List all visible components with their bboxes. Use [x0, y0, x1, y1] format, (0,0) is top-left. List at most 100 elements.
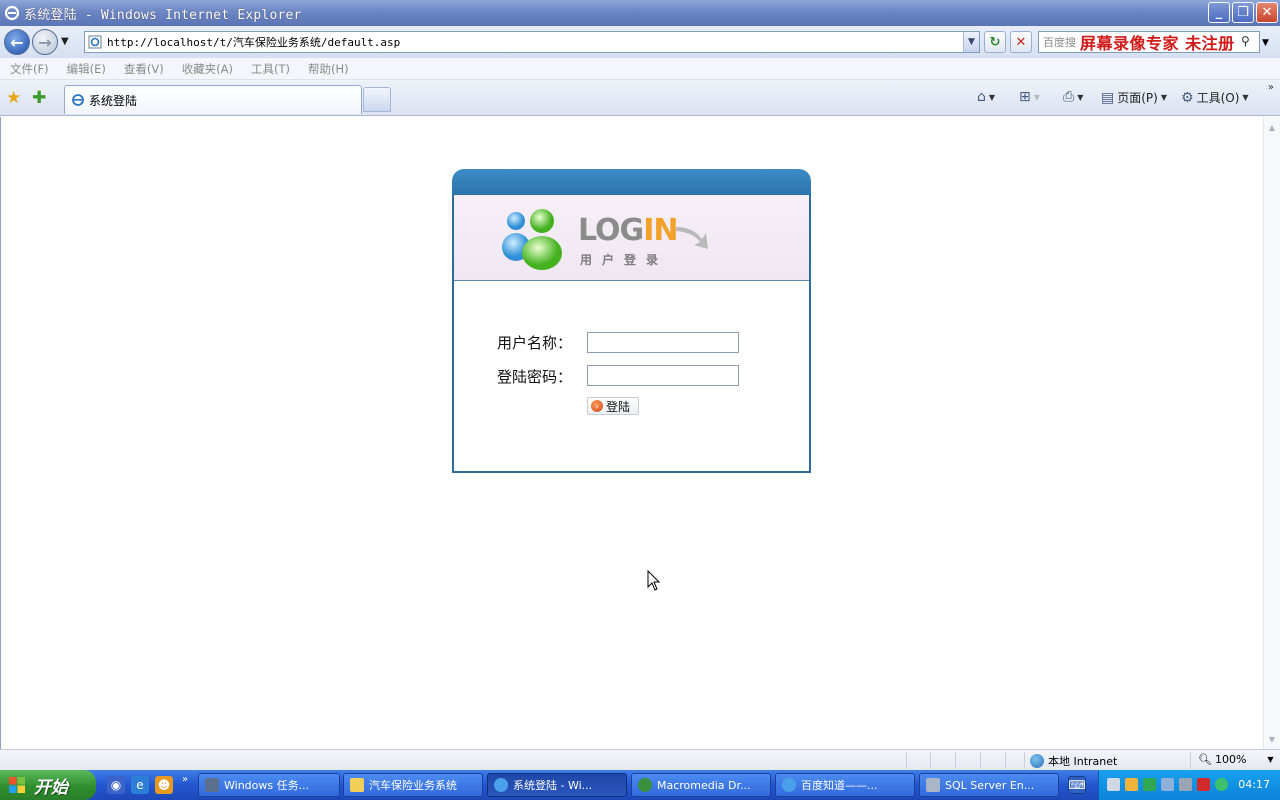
taskbar-item-sql-server[interactable]: SQL Server En... [919, 773, 1059, 797]
address-url[interactable]: http://localhost/t/汽车保险业务系统/default.asp [107, 34, 400, 50]
menu-bar: 文件(F) 编辑(E) 查看(V) 收藏夹(A) 工具(T) 帮助(H) [0, 58, 1280, 80]
scroll-down-icon[interactable]: ▼ [1265, 731, 1279, 747]
back-button[interactable]: ← [4, 29, 30, 55]
menu-help[interactable]: 帮助(H) [308, 61, 349, 77]
zoom-dropdown-icon[interactable]: ▼ [1267, 755, 1273, 764]
username-field[interactable] [587, 332, 739, 353]
ie-logo-icon [4, 5, 20, 21]
sql-server-icon [926, 778, 940, 792]
taskbar-item-dreamweaver[interactable]: Macromedia Dr... [631, 773, 771, 797]
quicklaunch-ie-icon[interactable]: e [131, 776, 149, 794]
dreamweaver-icon [638, 778, 652, 792]
display-tray-icon[interactable] [1161, 778, 1174, 791]
search-options-dropdown[interactable]: ▼ [1262, 38, 1269, 48]
windows-flag-icon [9, 777, 25, 793]
new-tab-button[interactable] [363, 87, 391, 112]
start-label: 开始 [34, 777, 68, 798]
favorites-star-icon[interactable]: ★ [6, 88, 21, 108]
zoom-value: 100% [1214, 753, 1247, 766]
minimize-button[interactable]: _ [1208, 2, 1230, 23]
quicklaunch-qq-icon[interactable]: ☻ [155, 776, 173, 794]
menu-file[interactable]: 文件(F) [10, 61, 49, 77]
zoom-magnifier-icon: 🔍︎ [1198, 753, 1212, 766]
task-manager-icon [205, 778, 219, 792]
login-button[interactable]: › 登陆 [587, 397, 639, 415]
page-menu-label: 页面(P) [1117, 91, 1158, 105]
menu-favorites[interactable]: 收藏夹(A) [182, 61, 233, 77]
security-zone[interactable]: 本地 Intranet [1030, 753, 1117, 769]
status-bar: 本地 Intranet 🔍︎ 100% ▼ [0, 749, 1280, 770]
taskbar-item-insurance-folder[interactable]: 汽车保险业务系统 [343, 773, 483, 797]
address-dropdown-icon[interactable]: ▼ [963, 32, 979, 52]
tab-row: ★ ✚ 系统登陆 ⌂ ▼ ⊞ ▼ ⎙ ▼ ▤ 页面(P) ▼ ⚙ 工具(O) ▼ » [0, 80, 1280, 116]
password-field[interactable] [587, 365, 739, 386]
mouse-cursor-icon [647, 570, 661, 591]
address-bar[interactable]: http://localhost/t/汽车保险业务系统/default.asp … [84, 31, 980, 53]
tab-label: 系统登陆 [89, 93, 138, 108]
qq-tray-icon[interactable] [1125, 778, 1138, 791]
login-panel-header [452, 169, 811, 197]
umbrella-tray-icon[interactable] [1215, 778, 1228, 791]
password-label: 登陆密码： [497, 368, 573, 386]
add-favorite-icon[interactable]: ✚ [32, 88, 46, 108]
taskbar-item-baidu-zhidao[interactable]: 百度知道——... [775, 773, 915, 797]
print-button[interactable]: ⎙ ▼ [1063, 89, 1083, 105]
clock: 04:17 [1238, 778, 1270, 791]
green-tray-icon[interactable] [1143, 778, 1156, 791]
home-button[interactable]: ⌂ ▼ [977, 89, 995, 105]
more-commands-chevron-icon[interactable]: » [1268, 82, 1274, 93]
system-tray: 04:17 [1098, 770, 1280, 800]
page-menu-button[interactable]: ▤ 页面(P) ▼ [1101, 89, 1167, 106]
menu-tools[interactable]: 工具(T) [251, 61, 290, 77]
recorder-watermark: 屏幕录像专家 未注册 [1080, 34, 1235, 53]
ie-page-icon [494, 778, 508, 792]
vertical-scrollbar[interactable]: ▲ ▼ [1263, 117, 1280, 749]
ie-page-icon [782, 778, 796, 792]
quicklaunch-desktop-icon[interactable]: ◉ [107, 776, 125, 794]
menu-edit[interactable]: 编辑(E) [67, 61, 106, 77]
feeds-button[interactable]: ⊞ ▼ [1019, 89, 1040, 105]
login-banner: LOGIN 用户登录 [454, 195, 809, 281]
stop-button[interactable]: ✕ [1010, 31, 1032, 53]
login-button-label: 登陆 [606, 399, 631, 414]
gear-icon: ⚙ [1181, 89, 1194, 106]
tab-login[interactable]: 系统登陆 [64, 85, 362, 114]
taskbar: 开始 ◉ e ☻ » Windows 任务... 汽车保险业务系统 系统登陆 -… [0, 770, 1280, 800]
home-icon: ⌂ [977, 89, 986, 105]
page-icon [88, 35, 102, 49]
start-button[interactable]: 开始 [0, 770, 96, 800]
login-subtitle: 用户登录 [580, 253, 669, 267]
security-tray-icon[interactable] [1179, 778, 1192, 791]
printer-icon: ⎙ [1063, 89, 1075, 105]
search-placeholder: 百度搜 [1043, 36, 1076, 49]
tab-page-icon [72, 94, 84, 106]
recent-pages-dropdown[interactable]: ▼ [61, 36, 69, 47]
login-panel: LOGIN 用户登录 [452, 169, 811, 473]
folder-icon [350, 778, 364, 792]
refresh-button[interactable]: ↻ [984, 31, 1006, 53]
restore-button[interactable]: ❐ [1232, 2, 1254, 23]
close-window-button[interactable]: ✕ [1256, 2, 1278, 23]
quicklaunch-more-icon[interactable]: » [182, 774, 188, 785]
title-bar: 系统登陆 - Windows Internet Explorer _ ❐ ✕ [0, 0, 1280, 26]
taskbar-item-task-manager[interactable]: Windows 任务... [198, 773, 340, 797]
tools-menu-label: 工具(O) [1196, 91, 1240, 105]
window-controls: _ ❐ ✕ [1208, 2, 1278, 23]
arrow-right-icon: › [591, 400, 603, 412]
keyboard-icon[interactable]: ⌨ [1068, 776, 1086, 794]
red-tray-icon[interactable] [1197, 778, 1210, 791]
rss-feed-icon: ⊞ [1019, 89, 1031, 105]
forward-button[interactable]: → [32, 29, 58, 55]
scroll-up-icon[interactable]: ▲ [1265, 119, 1279, 135]
search-icon[interactable]: ⚲ [1241, 34, 1257, 50]
tools-menu-button[interactable]: ⚙ 工具(O) ▼ [1181, 89, 1249, 106]
logo-arrow-icon [676, 227, 708, 249]
menu-view[interactable]: 查看(V) [124, 61, 164, 77]
taskbar-item-login-page[interactable]: 系统登陆 - Wi... [487, 773, 627, 797]
security-zone-label: 本地 Intranet [1048, 755, 1118, 768]
username-label: 用户名称： [497, 334, 573, 352]
login-logo-text: LOGIN [578, 213, 678, 248]
network-tray-icon[interactable] [1107, 778, 1120, 791]
page-menu-icon: ▤ [1101, 89, 1115, 106]
zoom-level[interactable]: 🔍︎ 100% ▼ [1198, 753, 1274, 766]
